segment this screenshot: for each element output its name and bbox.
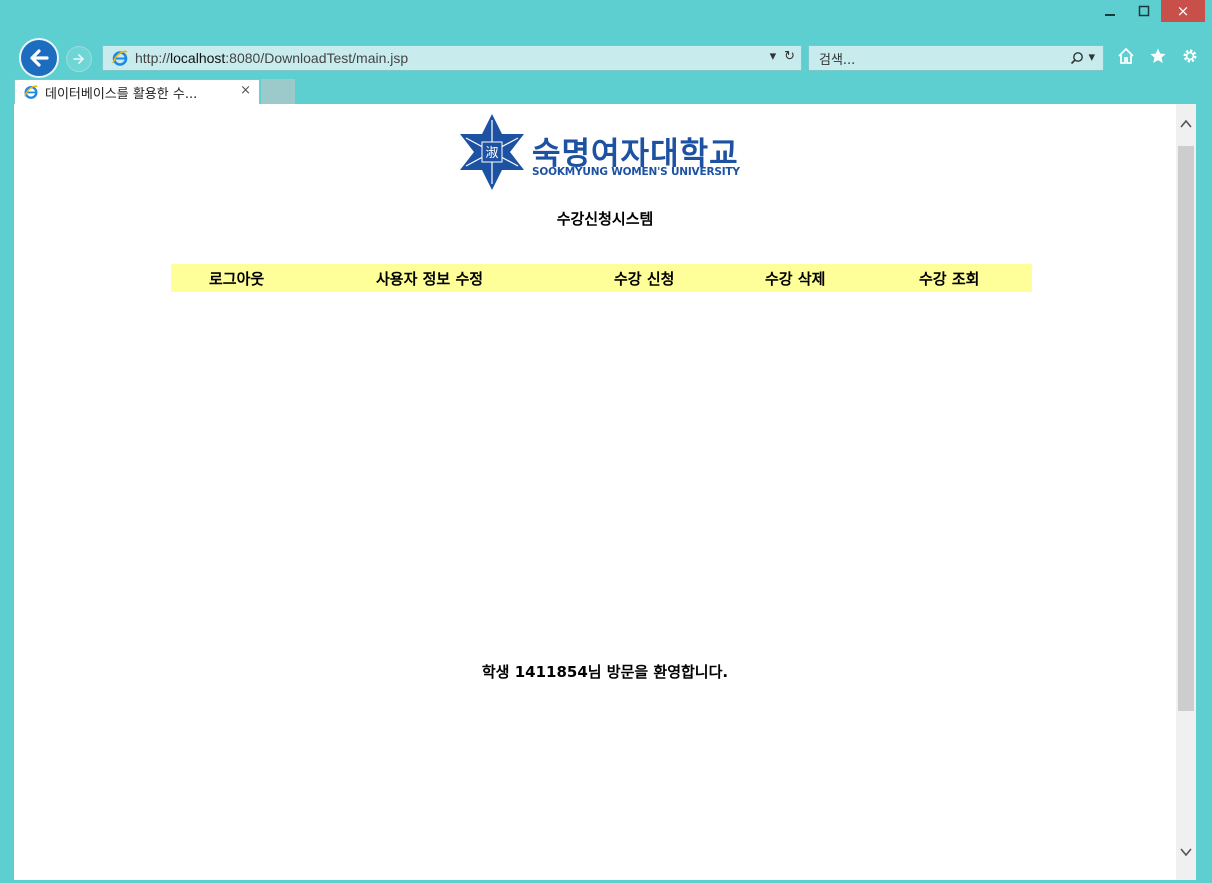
menu-edit-user-info[interactable]: 사용자 정보 수정	[376, 268, 483, 289]
address-dropdown-icon[interactable]: ▾	[770, 49, 777, 64]
tab-bar: 데이터베이스를 활용한 수... ×	[0, 78, 1212, 104]
gear-icon	[1183, 49, 1197, 63]
close-icon: ×	[1176, 2, 1190, 20]
window-controls: ×	[1093, 0, 1205, 22]
search-icon[interactable]	[1070, 51, 1084, 65]
navigation-bar: http://localhost:8080/DownloadTest/main.…	[0, 36, 1212, 78]
university-emblem-icon: 淑	[460, 114, 524, 190]
menu-course-view[interactable]: 수강 조회	[919, 268, 979, 289]
forward-button[interactable]	[66, 46, 92, 72]
ie-tab-icon	[24, 85, 38, 99]
star-icon	[1150, 48, 1166, 63]
tab-title: 데이터베이스를 활용한 수...	[45, 86, 198, 102]
menu-logout[interactable]: 로그아웃	[209, 268, 264, 289]
refresh-icon[interactable]: ↻	[784, 49, 795, 64]
main-menu: 로그아웃 사용자 정보 수정 수강 신청 수강 삭제 수강 조회	[171, 264, 1032, 292]
page-title: 수강신청시스템	[556, 210, 654, 228]
minimize-icon	[1105, 14, 1115, 16]
page-viewport: 淑 숙명여자대학교 SOOKMYUNG WOMEN'S UNIVERSITY 수…	[14, 104, 1196, 880]
scroll-down-icon[interactable]	[1176, 842, 1196, 862]
menu-course-delete[interactable]: 수강 삭제	[765, 268, 825, 289]
forward-arrow-icon	[73, 54, 85, 64]
maximize-button[interactable]	[1127, 0, 1161, 22]
university-logo: 淑 숙명여자대학교 SOOKMYUNG WOMEN'S UNIVERSITY	[446, 112, 766, 192]
search-input[interactable]: 검색...	[819, 49, 855, 68]
search-tools: ▾	[1070, 50, 1095, 65]
vertical-scrollbar[interactable]	[1176, 104, 1196, 880]
url-path: :8080/DownloadTest/main.jsp	[225, 50, 409, 66]
favorites-button[interactable]	[1148, 46, 1168, 66]
browser-toolbar-icons	[1116, 46, 1200, 66]
logo-english-text: SOOKMYUNG WOMEN'S UNIVERSITY	[532, 166, 740, 178]
url-host: localhost	[170, 50, 226, 66]
title-bar: ×	[0, 0, 1212, 34]
browser-window: × http://localhost:8080/DownloadTest/mai…	[0, 0, 1212, 883]
tab-close-icon[interactable]: ×	[240, 83, 251, 98]
back-button[interactable]	[19, 38, 59, 78]
close-button[interactable]: ×	[1161, 0, 1205, 22]
address-tools: ▾ ↻	[770, 49, 795, 64]
search-dropdown-icon[interactable]: ▾	[1088, 50, 1095, 65]
scrollbar-thumb[interactable]	[1178, 146, 1194, 711]
menu-course-register[interactable]: 수강 신청	[614, 268, 674, 289]
maximize-icon	[1138, 5, 1150, 17]
url-prefix: http://	[135, 50, 171, 66]
welcome-message: 학생 1411854님 방문을 환영합니다.	[481, 663, 729, 681]
ie-logo-icon	[112, 50, 128, 66]
scroll-up-icon[interactable]	[1176, 114, 1196, 134]
search-bar[interactable]: 검색... ▾	[808, 45, 1104, 71]
home-icon	[1118, 47, 1134, 64]
url-text[interactable]: http://localhost:8080/DownloadTest/main.…	[135, 50, 408, 66]
svg-text:淑: 淑	[485, 146, 498, 161]
back-arrow-icon	[30, 49, 49, 67]
tab-active[interactable]: 데이터베이스를 활용한 수... ×	[14, 79, 260, 104]
new-tab-button[interactable]	[261, 79, 295, 104]
home-button[interactable]	[1116, 46, 1136, 66]
address-bar[interactable]: http://localhost:8080/DownloadTest/main.…	[102, 45, 802, 71]
settings-button[interactable]	[1180, 46, 1200, 66]
minimize-button[interactable]	[1093, 0, 1127, 22]
